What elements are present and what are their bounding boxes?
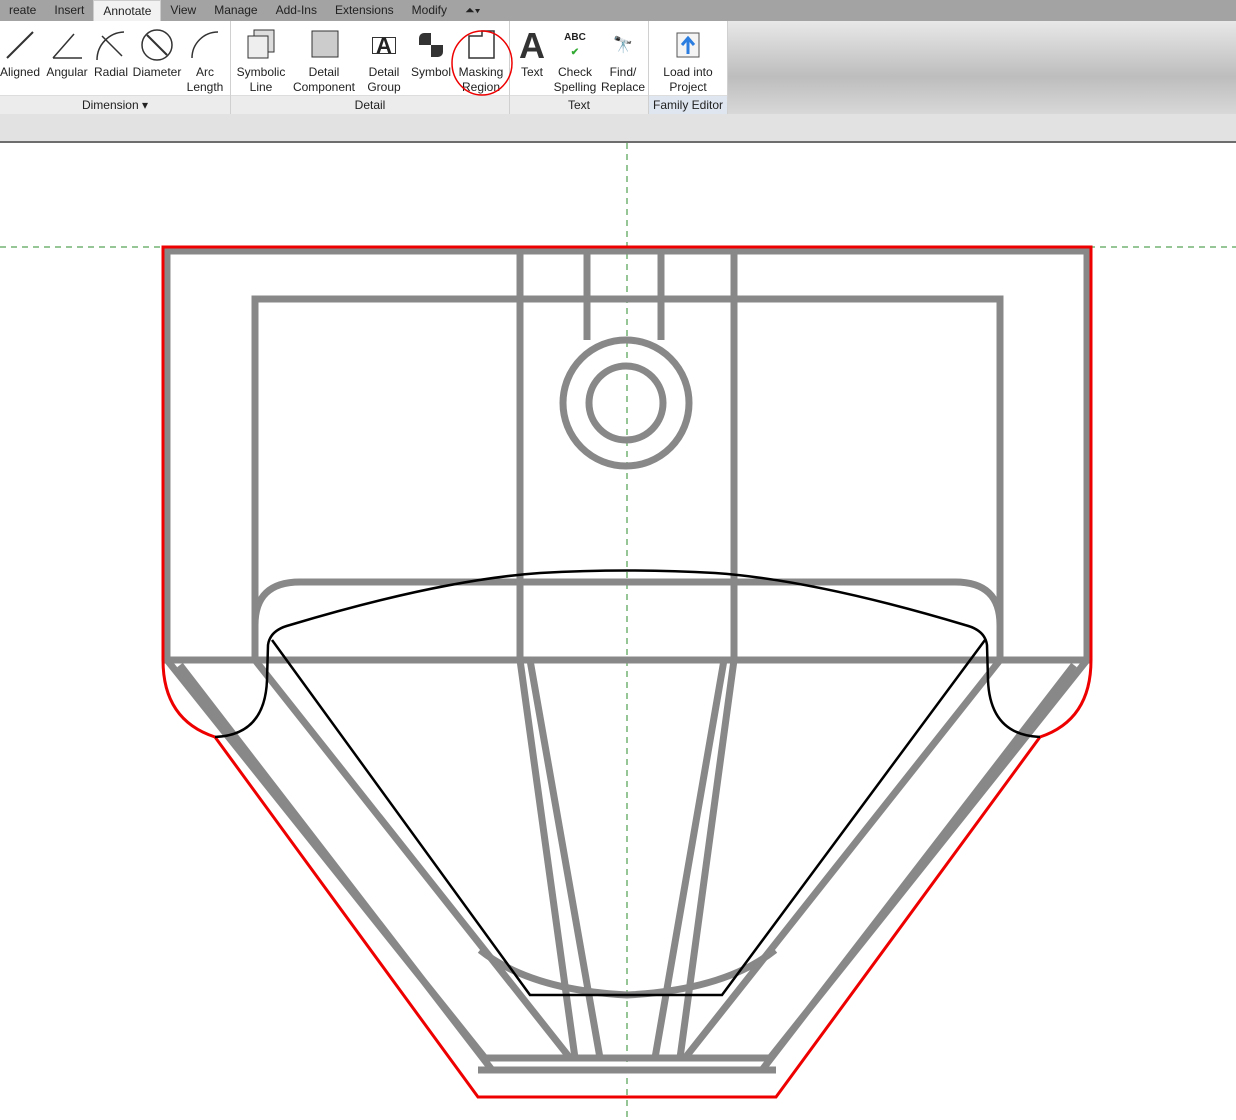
angular-dimension-icon — [44, 25, 90, 65]
symbolic-line-icon — [233, 25, 289, 65]
tab-insert[interactable]: Insert — [45, 0, 93, 21]
radial-button[interactable]: Radial — [92, 25, 130, 80]
tab-modify[interactable]: Modify — [403, 0, 456, 21]
family-editor-panel: Load into Project Family Editor — [649, 21, 728, 114]
highlight-circle — [451, 30, 513, 96]
ribbon-tabs: reate Insert Annotate View Manage Add-In… — [0, 0, 1236, 22]
spell-check-icon: ABC ✔ — [564, 32, 586, 58]
family-editor-panel-label: Family Editor — [649, 95, 727, 114]
load-into-project-icon — [653, 25, 723, 65]
tab-extensions[interactable]: Extensions — [326, 0, 403, 21]
symbol-button[interactable]: Symbol — [409, 25, 453, 80]
tab-create[interactable]: reate — [0, 0, 45, 21]
dimension-panel-label[interactable]: Dimension ▾ — [0, 95, 230, 114]
radial-dimension-icon — [92, 25, 130, 65]
tab-manage[interactable]: Manage — [205, 0, 266, 21]
angular-button[interactable]: Angular — [44, 25, 90, 80]
symbolic-line-button[interactable]: Symbolic Line — [233, 25, 289, 95]
check-spelling-button[interactable]: ABC ✔ Check Spelling — [552, 25, 598, 95]
drawing-canvas[interactable] — [0, 143, 1236, 1120]
options-bar — [0, 114, 1236, 143]
text-panel-label[interactable]: Text — [510, 95, 648, 114]
detail-component-button[interactable]: Detail Component — [291, 25, 357, 95]
dimension-panel: Aligned Angular Radial Diameter Arc Leng… — [0, 21, 231, 114]
diameter-button[interactable]: Diameter — [131, 25, 183, 80]
panel-toggle-icon[interactable]: ⏶▾ — [456, 0, 489, 21]
text-button[interactable]: A Text — [514, 25, 550, 80]
detail-group-button[interactable]: A Detail Group — [361, 25, 407, 95]
tab-annotate[interactable]: Annotate — [93, 0, 162, 22]
text-icon: A — [519, 24, 545, 66]
arc-length-icon — [184, 25, 226, 65]
find-replace-icon: 🔭 — [613, 36, 633, 54]
text-panel: A Text ABC ✔ Check Spelling 🔭 Find/ Replace … — [510, 21, 649, 114]
ribbon: Aligned Angular Radial Diameter Arc Leng… — [0, 21, 1236, 114]
load-into-project-button[interactable]: Load into Project — [653, 25, 723, 95]
arc-length-button[interactable]: Arc Length — [184, 25, 226, 95]
tab-view[interactable]: View — [161, 0, 205, 21]
symbol-icon — [409, 25, 453, 65]
tab-add-ins[interactable]: Add-Ins — [267, 0, 326, 21]
find-replace-button[interactable]: 🔭 Find/ Replace — [600, 25, 646, 95]
detail-group-icon: A — [361, 25, 407, 65]
detail-component-icon — [291, 25, 357, 65]
diameter-dimension-icon — [131, 25, 183, 65]
aligned-dimension-icon — [0, 25, 40, 65]
aligned-button[interactable]: Aligned — [0, 25, 40, 80]
